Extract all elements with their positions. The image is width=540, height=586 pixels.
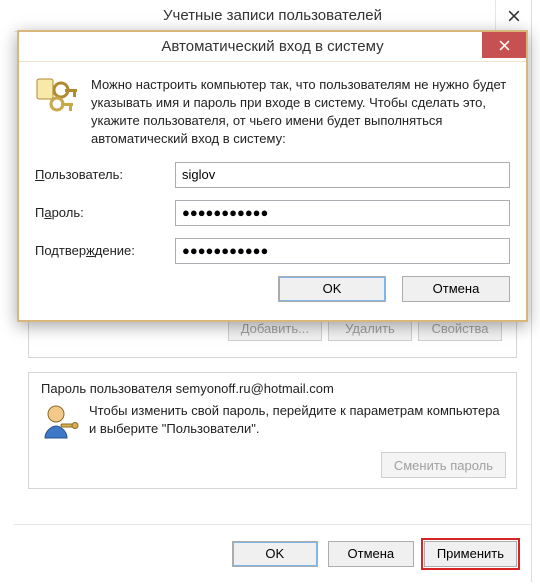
parent-window-title: Учетные записи пользователей (163, 7, 382, 24)
password-caption: Пароль пользователя semyonoff.ru@hotmail… (41, 381, 506, 396)
parent-apply-button[interactable]: Применить (424, 541, 517, 567)
confirm-input[interactable] (175, 238, 510, 264)
change-password-button[interactable]: Сменить пароль (381, 452, 506, 478)
password-caption-prefix: Пароль пользователя (41, 381, 176, 396)
username-label: Пользователь: (35, 167, 175, 182)
user-key-icon (39, 402, 79, 442)
password-label: Пароль: (35, 205, 175, 220)
parent-ok-button[interactable]: OK (232, 541, 318, 567)
parent-cancel-button[interactable]: Отмена (328, 541, 414, 567)
autologon-dialog: Автоматический вход в систему (17, 30, 528, 322)
close-icon (499, 40, 510, 51)
parent-titlebar: Учетные записи пользователей (14, 0, 531, 32)
password-help-text: Чтобы изменить свой пароль, перейдите к … (89, 402, 506, 437)
autologon-cancel-button[interactable]: Отмена (402, 276, 510, 302)
close-icon (508, 10, 520, 22)
autologon-ok-button[interactable]: OK (278, 276, 386, 302)
autologon-titlebar: Автоматический вход в систему (19, 32, 526, 62)
password-input[interactable] (175, 200, 510, 226)
confirm-label: Подтверждение: (35, 243, 175, 258)
keys-icon (35, 76, 79, 116)
parent-close-button[interactable] (495, 0, 531, 32)
password-groupbox: Пароль пользователя semyonoff.ru@hotmail… (28, 372, 517, 489)
autologon-intro-text: Можно настроить компьютер так, что польз… (91, 76, 510, 148)
autologon-title: Автоматический вход в систему (161, 38, 383, 55)
parent-footer: OK Отмена Применить (14, 524, 531, 582)
username-input[interactable] (175, 162, 510, 188)
autologon-close-button[interactable] (482, 32, 526, 58)
password-caption-user: semyonoff.ru@hotmail.com (176, 381, 334, 396)
